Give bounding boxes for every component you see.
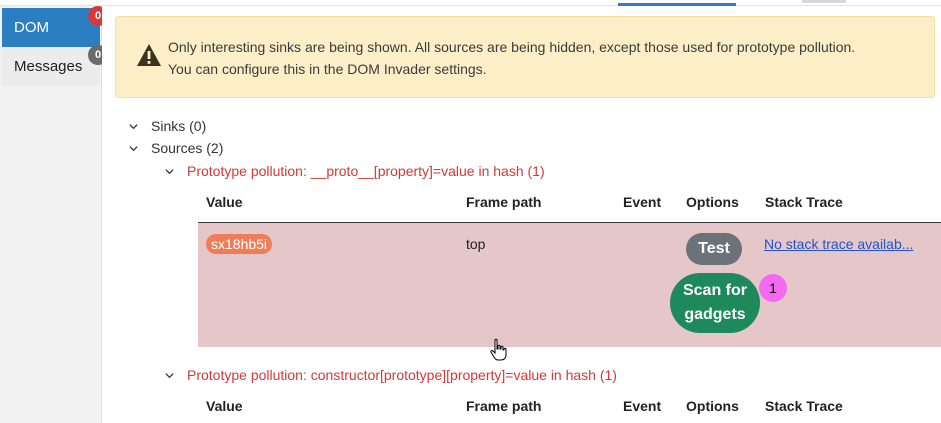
column-header-frame-path[interactable]: Frame path — [466, 398, 541, 414]
tree-node-sources[interactable]: Sources (2) — [129, 137, 329, 159]
column-header-event[interactable]: Event — [623, 194, 661, 210]
column-header-event[interactable]: Event — [623, 398, 661, 414]
sidebar-item-dom[interactable]: DOM — [2, 8, 100, 47]
tab-indicator[interactable] — [802, 0, 846, 3]
column-header-stack-trace[interactable]: Stack Trace — [765, 398, 843, 414]
sidebar-item-label: DOM — [14, 19, 49, 36]
table-row: sx18hb5i top Test Scan for gadgets 1 No … — [198, 223, 941, 347]
tree-node-group-1[interactable]: Prototype pollution: __proto__[property]… — [165, 160, 665, 182]
tree-node-label: Sources (2) — [151, 140, 224, 156]
chevron-down-icon[interactable] — [165, 167, 174, 176]
column-header-frame-path[interactable]: Frame path — [466, 194, 541, 210]
column-header-options[interactable]: Options — [686, 194, 739, 210]
alert-text: Only interesting sinks are being shown. … — [168, 36, 928, 80]
column-header-options[interactable]: Options — [686, 398, 739, 414]
column-header-value[interactable]: Value — [206, 398, 243, 414]
scan-for-gadgets-button[interactable]: Scan for gadgets — [670, 273, 760, 333]
sidebar-item-messages[interactable]: Messages — [2, 47, 100, 86]
tree-node-group-2[interactable]: Prototype pollution: constructor[prototy… — [165, 364, 765, 386]
value-pill[interactable]: sx18hb5i — [206, 234, 273, 254]
chevron-down-icon[interactable] — [129, 122, 138, 131]
chevron-down-icon[interactable] — [129, 144, 138, 153]
column-header-value[interactable]: Value — [206, 194, 243, 210]
tree-node-label: Sinks (0) — [151, 118, 207, 134]
alert-line-2: You can configure this in the DOM Invade… — [168, 61, 487, 77]
scan-count-badge: 1 — [759, 274, 787, 302]
hand-cursor-icon — [490, 338, 507, 361]
scan-label-line-1: Scan for — [682, 282, 747, 299]
test-button[interactable]: Test — [686, 233, 742, 265]
stack-trace-link[interactable]: No stack trace availab... — [764, 236, 934, 252]
tree-node-label: Prototype pollution: constructor[prototy… — [187, 367, 617, 383]
chevron-down-icon[interactable] — [165, 371, 174, 380]
column-header-stack-trace[interactable]: Stack Trace — [765, 194, 843, 210]
scan-label-line-2: gadgets — [684, 306, 746, 323]
info-alert: Only interesting sinks are being shown. … — [115, 16, 935, 98]
main-content: Only interesting sinks are being shown. … — [102, 6, 941, 423]
frame-path-cell: top — [466, 236, 486, 252]
sidebar-item-label: Messages — [14, 58, 83, 75]
tree-node-label: Prototype pollution: __proto__[property]… — [187, 163, 545, 179]
warning-icon — [137, 44, 161, 66]
sidebar: DOM 0 Messages 0 — [0, 6, 108, 423]
tree-node-sinks[interactable]: Sinks (0) — [129, 115, 329, 137]
alert-line-1: Only interesting sinks are being shown. … — [168, 39, 856, 55]
